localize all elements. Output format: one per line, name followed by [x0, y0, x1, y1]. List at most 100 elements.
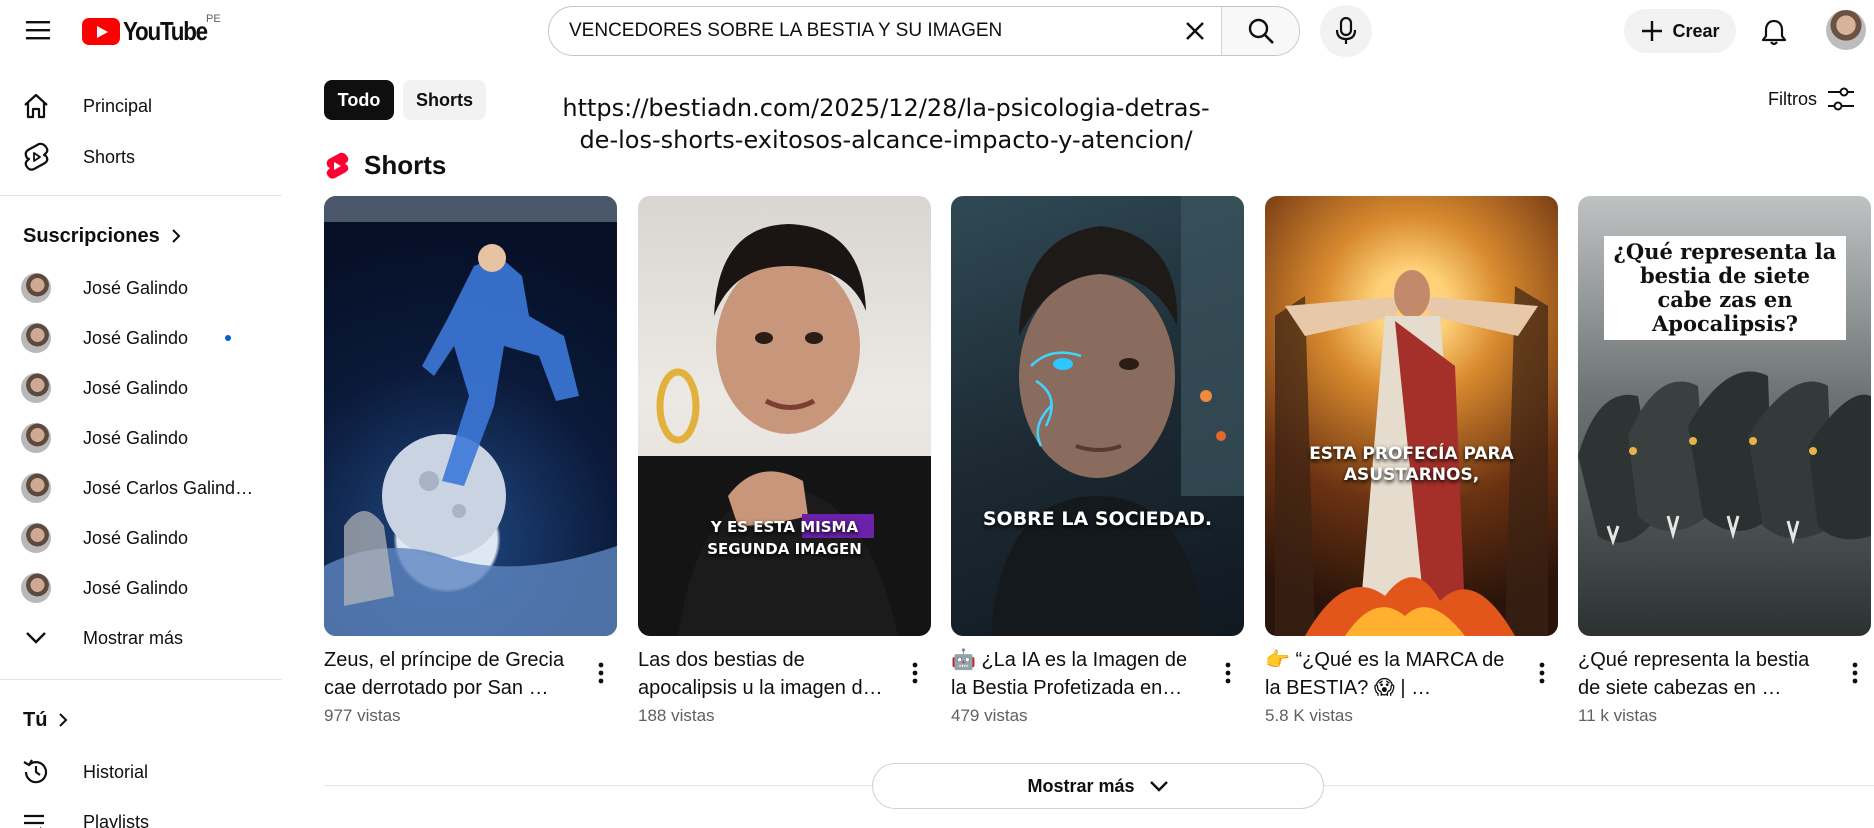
search-icon: [1248, 18, 1274, 44]
short-thumbnail[interactable]: Y ES ESTA MISMA SEGUNDA IMAGEN: [638, 196, 931, 636]
create-label: Crear: [1672, 20, 1720, 41]
short-views: 5.8 K vistas: [1265, 706, 1353, 725]
chevron-down-icon: [1149, 781, 1168, 792]
sidebar-subscription-item[interactable]: José Carlos Galindo Hinostroza: [12, 464, 270, 512]
thumbnail-caption: Y ES ESTA MISMA SEGUNDA IMAGEN: [707, 518, 862, 558]
chip-shorts[interactable]: Shorts: [403, 80, 486, 120]
sidebar-item-label: Shorts: [83, 146, 136, 167]
filters-label: Filtros: [1768, 88, 1817, 109]
subscriptions-header[interactable]: Suscripciones: [23, 221, 182, 251]
short-title[interactable]: 👉 “¿Qué es la MARCA de la BESTIA? 😱 | …: [1265, 646, 1515, 702]
search-box: [548, 6, 1300, 56]
sidebar-subscription-item[interactable]: José Galindo: [12, 564, 270, 612]
masthead: YouTube PE Crear: [0, 0, 1874, 62]
hamburger-menu-icon: [26, 21, 50, 40]
thumbnail-art: [991, 196, 1244, 636]
logo-text: YouTube: [123, 15, 208, 46]
short-card: ESTA PROFECÍA PARA ASUSTARNOS, 👉 “¿Qué e…: [1265, 196, 1558, 726]
short-title[interactable]: Zeus, el príncipe de Grecia cae derrotad…: [324, 646, 574, 702]
more-actions-button[interactable]: [585, 651, 617, 695]
filter-sliders-icon: [1828, 87, 1854, 111]
subscription-label: José Galindo: [83, 427, 189, 448]
filters-button[interactable]: Filtros: [1768, 86, 1855, 112]
subscription-label: José Galindo: [83, 277, 189, 298]
youtube-logo[interactable]: YouTube: [82, 15, 221, 46]
sidebar-item-shorts[interactable]: Shorts: [12, 133, 270, 181]
sidebar-subscription-item[interactable]: José Galindo: [12, 414, 270, 462]
guide-menu-button[interactable]: [18, 14, 58, 46]
chip-todo[interactable]: Todo: [324, 80, 394, 120]
more-vert-icon: [1225, 662, 1231, 684]
short-card: ¿Qué representa la bestia de siete cabe …: [1578, 196, 1871, 726]
home-icon: [12, 82, 60, 130]
channel-avatar: [21, 473, 51, 503]
thumbnail-art: [638, 224, 931, 636]
sidebar-subscription-item[interactable]: José Galindo: [12, 514, 270, 562]
sidebar-subscription-item[interactable]: José Galindo: [12, 264, 270, 312]
you-title: Tú: [23, 708, 48, 731]
subscription-label: José Galindo: [83, 377, 189, 398]
short-thumbnail[interactable]: SOBRE LA SOCIEDAD.: [951, 196, 1244, 636]
short-thumbnail[interactable]: [324, 196, 617, 636]
more-actions-button[interactable]: [1839, 651, 1871, 695]
shorts-icon: [12, 133, 60, 181]
subscription-label: José Carlos Galindo Hinostroza: [83, 477, 263, 498]
sidebar-divider: [0, 679, 282, 680]
short-thumbnail[interactable]: ¿Qué representa la bestia de siete cabe …: [1578, 196, 1871, 636]
you-header[interactable]: Tú: [23, 705, 69, 735]
channel-avatar: [21, 523, 51, 553]
more-vert-icon: [1852, 662, 1858, 684]
shorts-section-header: Shorts: [324, 150, 446, 181]
microphone-icon: [1335, 17, 1357, 44]
short-title[interactable]: 🤖 ¿La IA es la Imagen de la Bestia Profe…: [951, 646, 1201, 702]
short-title[interactable]: Las dos bestias de apocalipsis u la imag…: [638, 646, 888, 702]
channel-avatar: [21, 373, 51, 403]
more-vert-icon: [598, 662, 604, 684]
channel-avatar: [21, 423, 51, 453]
more-actions-button[interactable]: [1526, 651, 1558, 695]
thumbnail-caption-box: ¿Qué representa la bestia de siete cabe …: [1604, 236, 1846, 340]
voice-search-button[interactable]: [1320, 5, 1372, 57]
more-actions-button[interactable]: [1212, 651, 1244, 695]
short-views: 479 vistas: [951, 706, 1028, 725]
sidebar-subscription-item[interactable]: José Galindo: [12, 364, 270, 412]
clear-search-button[interactable]: [1169, 7, 1221, 55]
account-avatar[interactable]: [1826, 10, 1866, 50]
show-more-label: Mostrar más: [1027, 775, 1135, 796]
short-views: 11 k vistas: [1578, 706, 1658, 725]
short-card: Y ES ESTA MISMA SEGUNDA IMAGEN Las dos b…: [638, 196, 931, 726]
sidebar-item-historial[interactable]: Historial: [12, 748, 270, 796]
overlay-url-text: https://bestiadn.com/2025/12/28/la-psico…: [562, 94, 1210, 154]
short-thumbnail[interactable]: ESTA PROFECÍA PARA ASUSTARNOS,: [1265, 196, 1558, 636]
search-button[interactable]: [1221, 7, 1299, 55]
show-more-shorts-button[interactable]: Mostrar más: [872, 763, 1324, 809]
shorts-logo-icon: [326, 152, 349, 179]
chevron-right-icon: [172, 229, 181, 243]
shorts-section-title: Shorts: [364, 150, 447, 180]
country-code: PE: [206, 13, 221, 25]
more-vert-icon: [1539, 662, 1545, 684]
subscription-label: José Galindo: [83, 577, 189, 598]
thumbnail-art: [324, 196, 617, 636]
channel-avatar: [21, 573, 51, 603]
chevron-right-icon: [59, 713, 68, 727]
more-actions-button[interactable]: [899, 651, 931, 695]
subscriptions-title: Suscripciones: [23, 224, 160, 247]
thumbnail-art: [1275, 270, 1548, 636]
search-input[interactable]: [549, 7, 1169, 55]
create-button[interactable]: Crear: [1624, 9, 1736, 53]
subscription-label: José Galindo: [83, 327, 189, 348]
sidebar-item-principal[interactable]: Principal: [12, 82, 270, 130]
show-more-label: Mostrar más: [83, 627, 184, 648]
youtube-play-icon: [82, 17, 120, 45]
sidebar-item-playlists[interactable]: Playlists: [12, 798, 270, 828]
sidebar-subscription-item[interactable]: José Galindo: [12, 314, 270, 362]
sidebar-show-more[interactable]: Mostrar más: [12, 614, 270, 662]
chevron-down-icon: [12, 614, 60, 662]
new-content-dot: [225, 335, 231, 341]
sidebar-divider: [0, 195, 282, 196]
subscription-label: José Galindo: [83, 527, 189, 548]
sidebar-item-label: Playlists: [83, 811, 150, 828]
short-title[interactable]: ¿Qué representa la bestia de siete cabez…: [1578, 646, 1828, 702]
notifications-button[interactable]: [1752, 10, 1796, 54]
